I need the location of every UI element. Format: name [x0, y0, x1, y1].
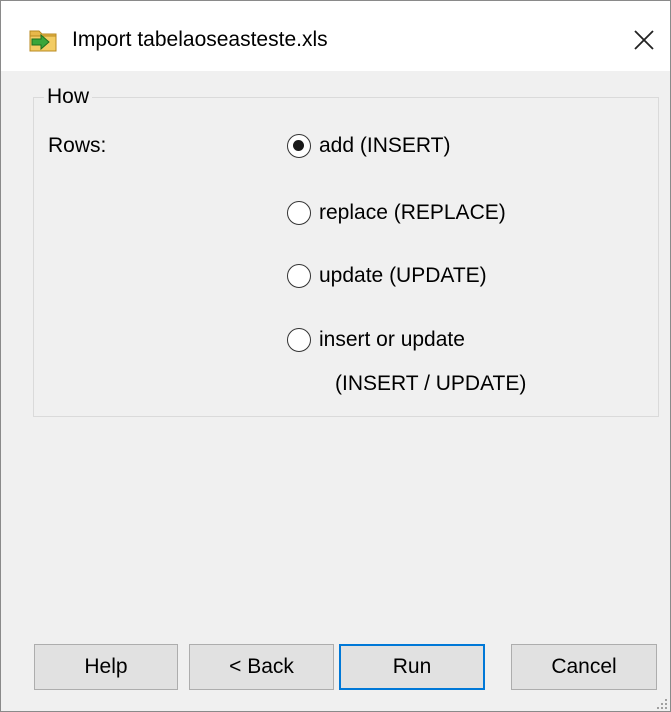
radio-insert-or-update[interactable]: insert or update — [287, 325, 465, 355]
cancel-button[interactable]: Cancel — [511, 644, 657, 690]
back-button[interactable]: < Back — [189, 644, 334, 690]
resize-grip-icon[interactable] — [656, 697, 668, 709]
radio-replace-label: replace (REPLACE) — [319, 201, 506, 224]
help-button[interactable]: Help — [34, 644, 178, 690]
radio-insert-or-update-label: insert or update — [319, 328, 465, 351]
rows-label: Rows: — [48, 134, 107, 157]
radio-unselected-icon — [287, 201, 311, 225]
radio-insert-or-update-sublabel: (INSERT / UPDATE) — [335, 372, 527, 395]
radio-update[interactable]: update (UPDATE) — [287, 261, 487, 291]
close-button[interactable] — [619, 17, 669, 63]
radio-selected-icon — [287, 134, 311, 158]
title-bar[interactable]: Import tabelaoseasteste.xls — [1, 1, 670, 71]
how-group-legend: How — [44, 85, 93, 109]
radio-update-label: update (UPDATE) — [319, 264, 487, 287]
run-button[interactable]: Run — [339, 644, 485, 690]
close-icon — [634, 30, 654, 50]
radio-unselected-icon — [287, 264, 311, 288]
radio-add-insert-label: add (INSERT) — [319, 134, 451, 157]
import-dialog: Import tabelaoseasteste.xls How Rows: ad… — [0, 0, 671, 712]
import-folder-icon — [29, 27, 59, 53]
radio-replace[interactable]: replace (REPLACE) — [287, 198, 506, 228]
window-title: Import tabelaoseasteste.xls — [72, 28, 328, 51]
radio-unselected-icon — [287, 328, 311, 352]
radio-add-insert[interactable]: add (INSERT) — [287, 131, 451, 161]
